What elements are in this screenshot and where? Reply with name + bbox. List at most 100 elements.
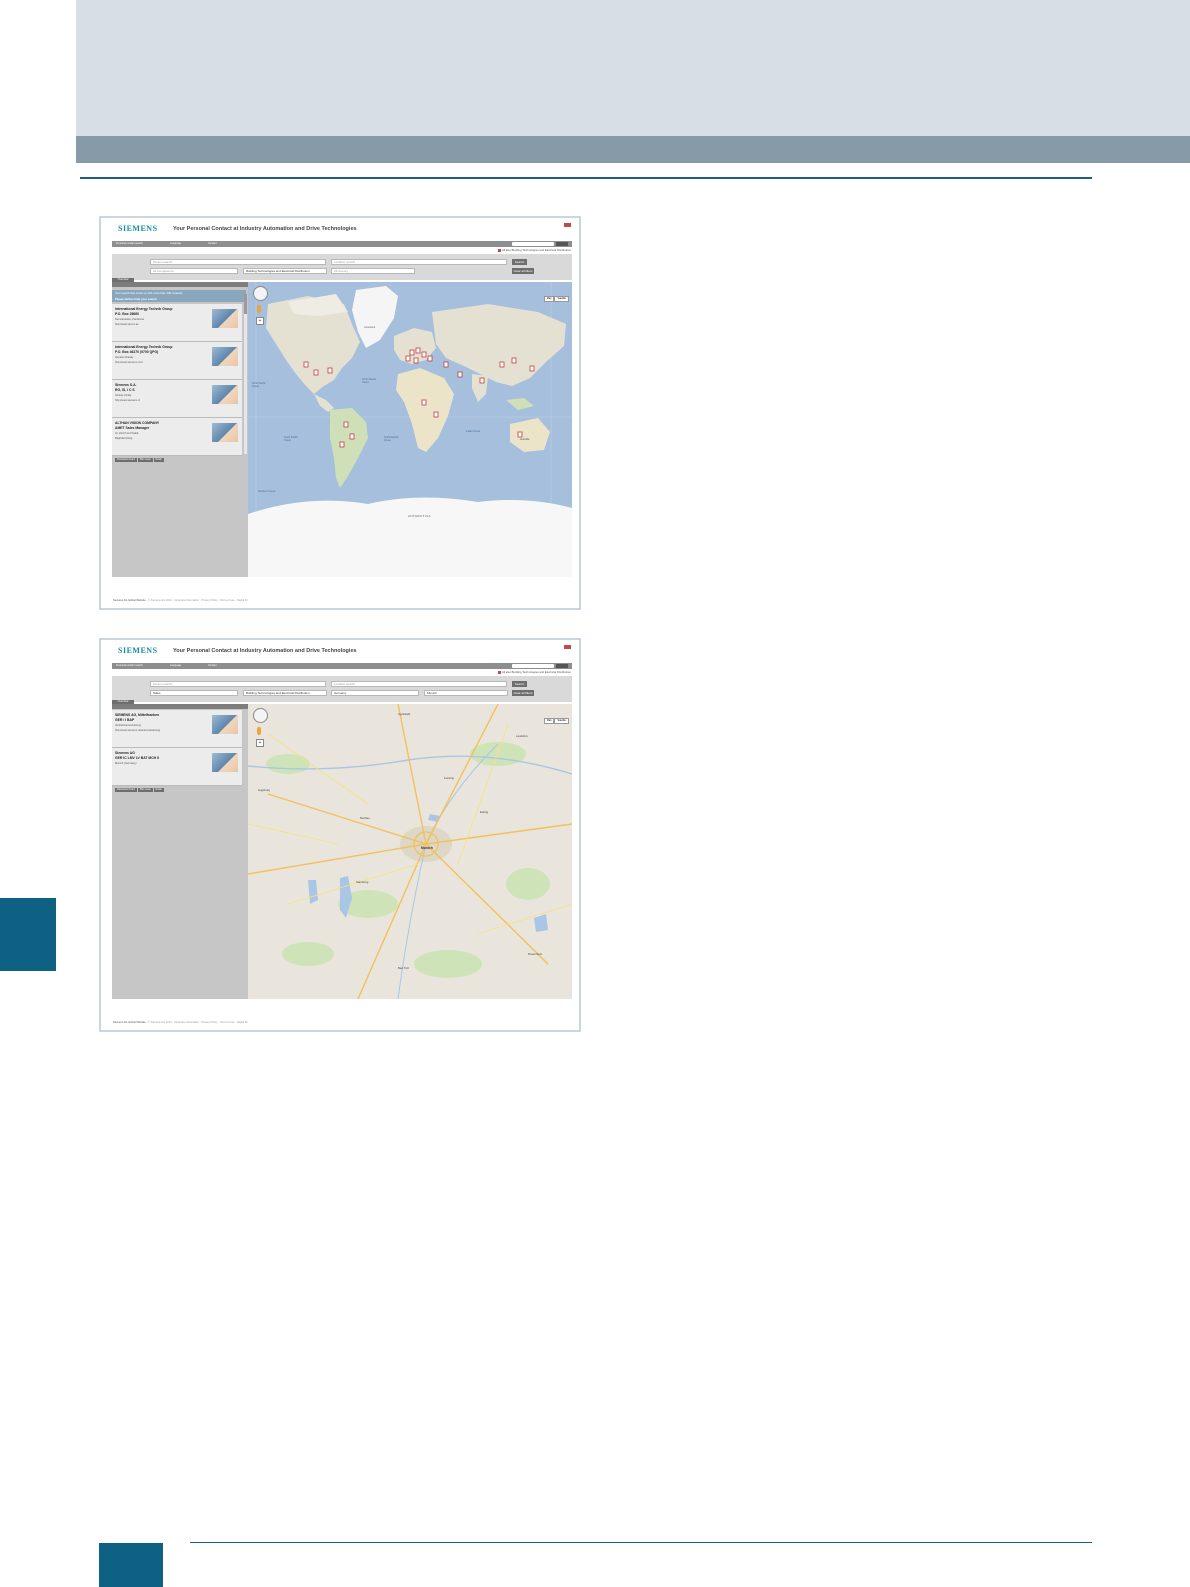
- plan-route-button[interactable]: Plan route: [137, 788, 153, 792]
- street-view-pegman-icon[interactable]: [257, 727, 261, 735]
- screenshot-munich-map: SIEMENS Your Personal Contact at Industr…: [99, 638, 581, 1032]
- site-search-button[interactable]: [556, 242, 568, 246]
- checkbox-icon[interactable]: [497, 670, 501, 674]
- zoom-in-button[interactable]: +: [256, 317, 264, 325]
- contact-card[interactable]: International Energy Technik Group P.O. …: [112, 304, 242, 348]
- footer-link[interactable]: Digital ID: [237, 599, 248, 602]
- person-search-input[interactable]: Person search: [150, 259, 326, 265]
- header-band-light: [76, 0, 1190, 136]
- screenshot-world-map: SIEMENS Your Personal Contact at Industr…: [99, 216, 581, 610]
- site-search-button[interactable]: [556, 664, 568, 668]
- contact-card[interactable]: SIEMENS AG, Mittelfranken GER / I BAP Ve…: [112, 710, 242, 754]
- footer-link[interactable]: Privacy Policy: [201, 1021, 217, 1024]
- footer-link[interactable]: Siemens AG Global Website: [113, 1021, 146, 1024]
- download-vcard-button[interactable]: Download vCard: [115, 788, 137, 792]
- search-button[interactable]: Search: [512, 259, 527, 265]
- site-search-input[interactable]: [512, 242, 554, 246]
- street-view-pegman-icon[interactable]: [257, 305, 261, 313]
- footer-link[interactable]: Corporate Information: [174, 599, 199, 602]
- map-label-south-atlantic: South Atlantic Ocean: [384, 436, 399, 442]
- checkbox-icon[interactable]: [497, 248, 501, 252]
- map-label-ingolstadt: Ingolstadt: [398, 712, 411, 716]
- contact-card[interactable]: Siemens AG GER IC LMV LV BAT MCH II Muni…: [112, 748, 242, 792]
- site-search-input[interactable]: [512, 664, 554, 668]
- map-label-bad-toelz: Bad Tölz: [398, 966, 409, 970]
- contact-card[interactable]: International Energy Technik Group P.O. …: [112, 342, 242, 386]
- email-button[interactable]: Email: [153, 788, 164, 792]
- division-select[interactable]: Building Technologies and Electrical Dis…: [243, 690, 327, 696]
- map-label-rosenheim: Rosenheim: [528, 952, 543, 956]
- map-label-southern-ocean: Southern Ocean: [258, 490, 276, 493]
- competence-select[interactable]: All competence: [150, 268, 238, 274]
- world-map-graphic: [248, 282, 572, 577]
- pan-control-icon[interactable]: [253, 286, 268, 301]
- footer-link[interactable]: Siemens AG Global Website: [113, 599, 146, 602]
- munich-map-graphic: [248, 704, 572, 999]
- country-select[interactable]: Germany: [331, 690, 419, 696]
- map-label-starnberg: Starnberg: [356, 880, 369, 884]
- map-label-dachau: Dachau: [360, 816, 370, 820]
- nav-item-contact[interactable]: Contact: [208, 242, 217, 245]
- person-search-input[interactable]: Person search: [150, 681, 326, 687]
- pan-control-icon[interactable]: [253, 708, 268, 723]
- nav-item-language[interactable]: Language: [170, 664, 181, 667]
- map-label-indian-ocean: Indian Ocean: [466, 430, 481, 433]
- division-select[interactable]: Building Technologies and Electrical Dis…: [243, 268, 327, 274]
- nav-item-language[interactable]: Language: [170, 242, 181, 245]
- language-flag-icon[interactable]: [564, 645, 571, 649]
- world-map[interactable]: + Map Satellite Greenland North Pacific O…: [248, 282, 572, 577]
- also-bt-checkbox[interactable]: All also Building Technologies and Elect…: [497, 670, 571, 674]
- contact-photo: [212, 753, 238, 772]
- munich-map[interactable]: + Map Satellite Munich Augsburg Landshut …: [248, 704, 572, 999]
- map-type-satellite-button[interactable]: Satellite: [554, 718, 569, 724]
- footer-link[interactable]: Terms of use: [220, 599, 235, 602]
- download-vcard-button[interactable]: Download vCard: [115, 458, 137, 462]
- map-type-satellite-button[interactable]: Satellite: [554, 296, 569, 302]
- footer-link: © Siemens AG 2014: [148, 599, 172, 602]
- footer-link[interactable]: Terms of use: [220, 1021, 235, 1024]
- results-panel: SIEMENS AG, Mittelfranken GER / I BAP Ve…: [112, 704, 248, 999]
- search-panel: Person search Location search Search Sal…: [112, 676, 572, 702]
- competence-select[interactable]: Sales: [150, 690, 238, 696]
- language-flag-icon[interactable]: [564, 223, 571, 227]
- contact-card[interactable]: Siemens S.A. RG, IS, I C S Ventas (Chile…: [112, 380, 242, 424]
- footer-link[interactable]: Corporate Information: [174, 1021, 199, 1024]
- app-title: Your Personal Contact at Industry Automa…: [173, 226, 357, 232]
- search-panel: Person search Location search Search All…: [112, 254, 572, 280]
- app-title: Your Personal Contact at Industry Automa…: [173, 648, 357, 654]
- footer-link[interactable]: Digital ID: [237, 1021, 248, 1024]
- location-search-input[interactable]: Location search: [331, 259, 507, 265]
- footer-link[interactable]: Privacy Policy: [201, 599, 217, 602]
- map-type-map-button[interactable]: Map: [543, 296, 555, 302]
- results-panel: Your search has come up with more than 1…: [112, 282, 248, 577]
- nav-item-contact-search[interactable]: Personal contact search: [116, 242, 143, 245]
- contact-photo: [212, 423, 238, 442]
- map-label-south-pacific: South Pacific Ocean: [284, 436, 298, 442]
- also-bt-checkbox[interactable]: All also Building Technologies and Elect…: [497, 248, 571, 252]
- city-select[interactable]: Munich: [424, 690, 508, 696]
- contact-photo: [212, 385, 238, 404]
- map-type-map-button[interactable]: Map: [543, 718, 555, 724]
- email-button[interactable]: Email: [153, 458, 164, 462]
- clear-filters-button[interactable]: Clear all filters: [512, 268, 534, 274]
- zoom-in-button[interactable]: +: [256, 739, 264, 747]
- contact-card[interactable]: ALTHAN VISION COMPANY AMET Sales Manager…: [112, 418, 242, 462]
- header-band-dark: [76, 136, 1190, 163]
- country-select[interactable]: All country: [331, 268, 415, 274]
- nav-item-contact[interactable]: Contact: [208, 664, 217, 667]
- results-header: [112, 282, 248, 287]
- clear-filters-button[interactable]: Clear all filters: [512, 690, 534, 696]
- plan-route-button[interactable]: Plan route: [137, 458, 153, 462]
- side-tab: [0, 898, 56, 971]
- map-label-freising: Freising: [444, 776, 454, 780]
- scroll-thumb[interactable]: [244, 294, 247, 314]
- page-footer-links: Siemens AG Global Website · © Siemens AG…: [113, 599, 248, 602]
- nav-item-contact-search[interactable]: Personal contact search: [116, 664, 143, 667]
- nav-bar: Personal contact search Language Contact: [112, 663, 572, 669]
- map-label-antarctica: ANTARCTICA: [408, 514, 431, 518]
- results-scrollbar[interactable]: [244, 294, 247, 454]
- location-search-input[interactable]: Location search: [331, 681, 507, 687]
- search-button[interactable]: Search: [512, 681, 527, 687]
- siemens-logo: SIEMENS: [118, 224, 158, 233]
- map-label-augsburg: Augsburg: [258, 788, 270, 792]
